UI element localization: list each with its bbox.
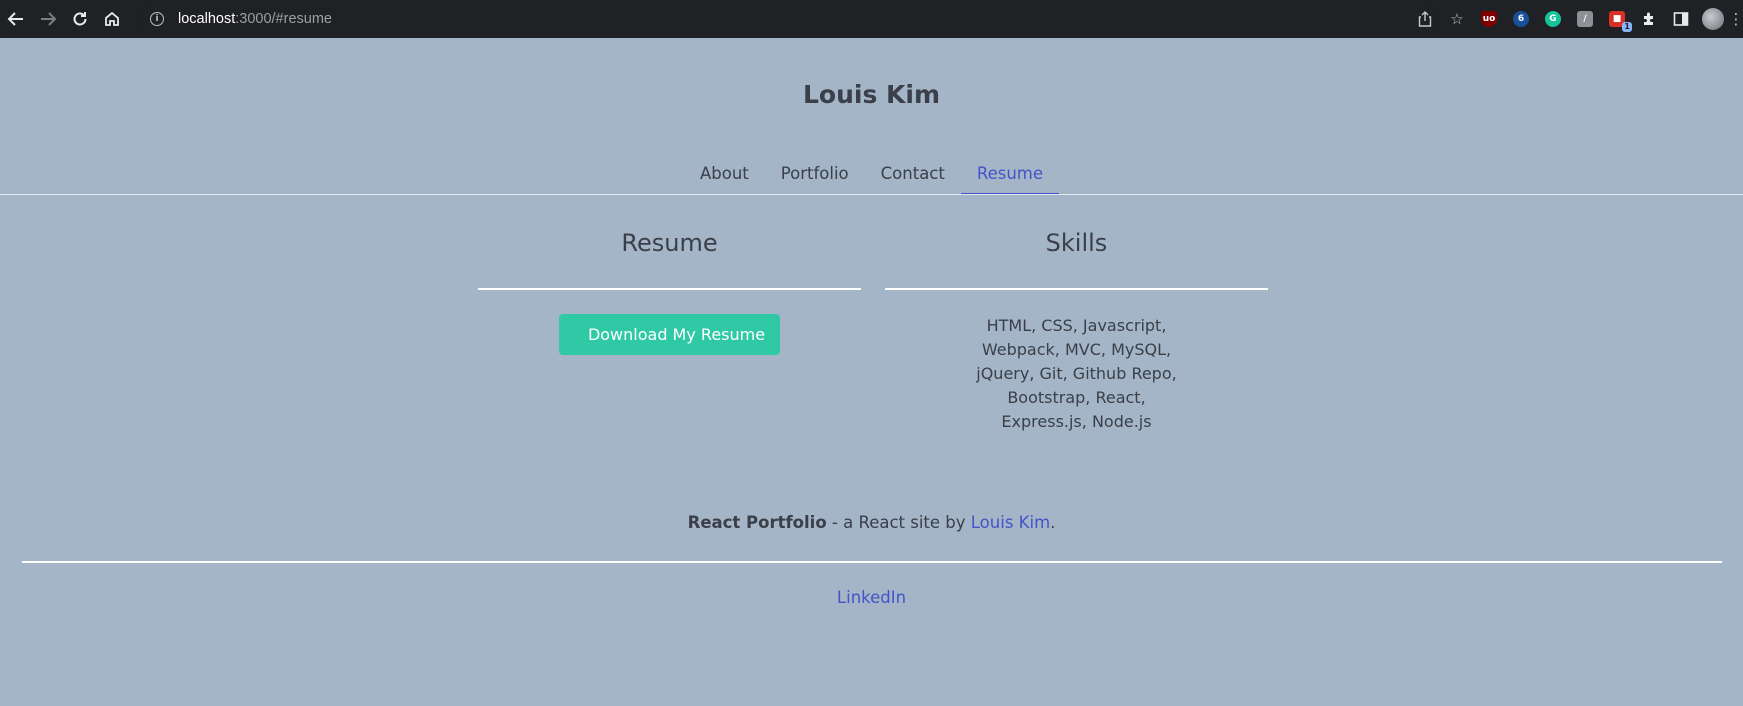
footer-end-text: .	[1050, 513, 1056, 532]
bookmark-star-icon[interactable]: ☆	[1441, 0, 1473, 38]
resume-divider	[478, 288, 861, 290]
resume-heading: Resume	[621, 229, 718, 257]
nav-tab-about[interactable]: About	[684, 160, 765, 195]
site-info-icon[interactable]: i	[150, 12, 164, 26]
url-text: localhost:3000/#resume	[178, 11, 332, 27]
nav-tab-contact[interactable]: Contact	[865, 160, 961, 195]
address-bar[interactable]: i localhost:3000/#resume	[138, 4, 1438, 34]
forward-arrow-icon[interactable]	[32, 0, 64, 38]
side-panel-icon[interactable]	[1665, 0, 1697, 38]
footer-middle-text: - a React site by	[826, 513, 971, 532]
url-host: localhost	[178, 11, 236, 27]
extensions-puzzle-icon[interactable]	[1633, 0, 1665, 38]
skills-divider	[885, 288, 1268, 290]
footer-project-name: React Portfolio	[687, 513, 827, 532]
share-icon[interactable]	[1409, 0, 1441, 38]
main-nav: About Portfolio Contact Resume	[0, 160, 1743, 196]
site-title: Louis Kim	[802, 80, 941, 109]
home-icon[interactable]	[96, 0, 128, 38]
skills-heading: Skills	[1045, 229, 1108, 257]
profile-avatar-icon[interactable]	[1697, 0, 1729, 38]
browser-menu-icon[interactable]: ⋮	[1729, 0, 1743, 38]
nav-tab-resume[interactable]: Resume	[960, 160, 1060, 195]
download-resume-button[interactable]: Download My Resume	[559, 314, 780, 355]
footer-author-link[interactable]: Louis Kim	[971, 513, 1050, 532]
footer-credit: React Portfolio - a React site by Louis …	[0, 513, 1743, 532]
skills-section: Skills HTML, CSS, Javascript, Webpack, M…	[885, 226, 1268, 434]
browser-toolbar: i localhost:3000/#resume ☆ uo 6 G / ■ 1 ⋮	[0, 0, 1743, 38]
blue-extension-icon[interactable]: 6	[1505, 0, 1537, 38]
skills-list: HTML, CSS, Javascript, Webpack, MVC, MyS…	[976, 316, 1177, 431]
reload-icon[interactable]	[64, 0, 96, 38]
grey-extension-icon[interactable]: /	[1569, 0, 1601, 38]
url-path: :3000/#resume	[235, 11, 332, 27]
red-extension-icon[interactable]: ■ 1	[1601, 0, 1633, 38]
resume-section: Resume Download My Resume	[478, 226, 861, 355]
linkedin-link[interactable]: LinkedIn	[0, 588, 1743, 607]
grammarly-extension-icon[interactable]: G	[1537, 0, 1569, 38]
back-arrow-icon[interactable]	[0, 0, 32, 38]
ublock-extension-icon[interactable]: uo	[1473, 0, 1505, 38]
nav-tab-portfolio[interactable]: Portfolio	[765, 160, 865, 195]
nav-divider	[0, 194, 1743, 195]
extension-badge: 1	[1622, 22, 1632, 32]
footer-divider	[22, 561, 1722, 563]
